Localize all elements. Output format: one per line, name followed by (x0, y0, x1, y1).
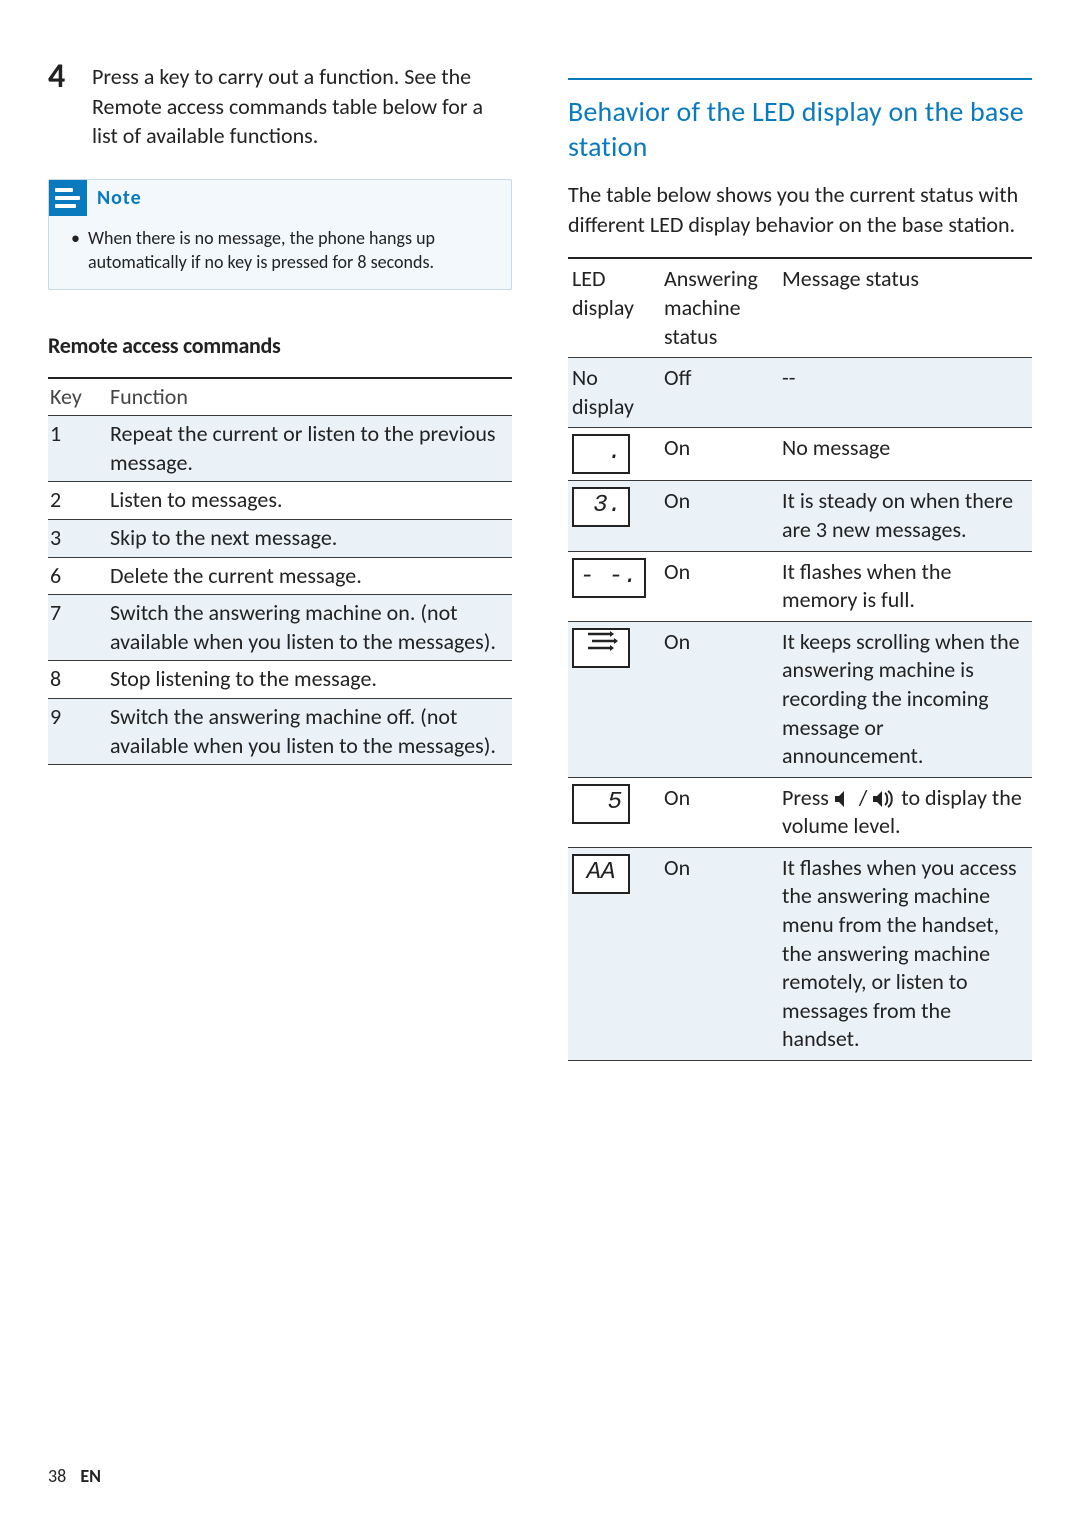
col-function: Function (108, 378, 512, 416)
led-status: On (660, 847, 778, 1060)
led-status: Off (660, 358, 778, 428)
cmd-key: 8 (48, 661, 108, 699)
cmd-func: Skip to the next message. (108, 520, 512, 558)
lcd-dot-icon: . (572, 434, 630, 474)
led-status: On (660, 551, 778, 621)
page-lang: EN (80, 1465, 101, 1487)
led-table: LED display Answering machine status Mes… (568, 257, 1032, 1061)
section-title: Behavior of the LED display on the base … (568, 78, 1032, 164)
step-number: 4 (48, 60, 74, 151)
led-status: On (660, 777, 778, 847)
cmd-func: Repeat the current or listen to the prev… (108, 416, 512, 482)
led-display: . (568, 428, 660, 481)
led-status: On (660, 481, 778, 551)
led-msg: It flashes when the memory is full. (778, 551, 1032, 621)
table-row: 2 Listen to messages. (48, 482, 512, 520)
cmd-key: 1 (48, 416, 108, 482)
speaker-high-icon (872, 790, 896, 808)
commands-heading: Remote access commands (48, 332, 512, 359)
lcd-scroll-icon (572, 628, 630, 668)
led-msg: -- (778, 358, 1032, 428)
led-display (568, 621, 660, 777)
col-key: Key (48, 378, 108, 416)
lcd-5-icon: 5 (572, 784, 630, 824)
table-row: - -. On It flashes when the memory is fu… (568, 551, 1032, 621)
step-text: Press a key to carry out a function. See… (92, 60, 512, 151)
cmd-func: Switch the answering machine off. (not a… (108, 699, 512, 765)
table-row: . On No message (568, 428, 1032, 481)
led-display: AA (568, 847, 660, 1060)
col-status: Answering machine status (660, 258, 778, 357)
table-row: 1 Repeat the current or listen to the pr… (48, 416, 512, 482)
cmd-key: 2 (48, 482, 108, 520)
led-display: 3. (568, 481, 660, 551)
commands-table: Key Function 1 Repeat the current or lis… (48, 377, 512, 766)
left-column: 4 Press a key to carry out a function. S… (48, 60, 512, 1061)
table-row: 3. On It is steady on when there are 3 n… (568, 481, 1032, 551)
table-row: No display Off -- (568, 358, 1032, 428)
note-header: Note (49, 180, 511, 222)
lcd-3-icon: 3. (572, 487, 630, 527)
led-display: 5 (568, 777, 660, 847)
page-number: 38 (48, 1465, 66, 1487)
col-display: LED display (568, 258, 660, 357)
note-label: Note (97, 186, 142, 210)
cmd-func: Stop listening to the message. (108, 661, 512, 699)
led-msg: It is steady on when there are 3 new mes… (778, 481, 1032, 551)
led-display: No display (568, 358, 660, 428)
led-msg: It flashes when you access the answering… (778, 847, 1032, 1060)
msg-prefix: Press (782, 784, 834, 811)
cmd-key: 7 (48, 595, 108, 661)
section-intro: The table below shows you the current st… (568, 180, 1032, 239)
table-row: AA On It flashes when you access the ans… (568, 847, 1032, 1060)
note-box: Note When there is no message, the phone… (48, 179, 512, 290)
table-row: 7 Switch the answering machine on. (not … (48, 595, 512, 661)
led-status: On (660, 621, 778, 777)
step-4: 4 Press a key to carry out a function. S… (48, 60, 512, 151)
table-row: 9 Switch the answering machine off. (not… (48, 699, 512, 765)
led-msg: Press / to display the volume level. (778, 777, 1032, 847)
led-msg: It keeps scrolling when the answering ma… (778, 621, 1032, 777)
speaker-low-icon (834, 790, 854, 808)
cmd-key: 3 (48, 520, 108, 558)
note-body: When there is no message, the phone hang… (49, 222, 511, 275)
cmd-func: Listen to messages. (108, 482, 512, 520)
page-footer: 38 EN (48, 1465, 101, 1487)
note-text: When there is no message, the phone hang… (88, 226, 497, 275)
led-display: - -. (568, 551, 660, 621)
table-row: 8 Stop listening to the message. (48, 661, 512, 699)
cmd-func: Delete the current message. (108, 557, 512, 595)
right-column: Behavior of the LED display on the base … (568, 60, 1032, 1061)
col-msg: Message status (778, 258, 1032, 357)
page-columns: 4 Press a key to carry out a function. S… (48, 60, 1032, 1061)
table-row: On It keeps scrolling when the answering… (568, 621, 1032, 777)
table-row: 6 Delete the current message. (48, 557, 512, 595)
lcd-dashes-icon: - -. (572, 558, 646, 598)
cmd-func: Switch the answering machine on. (not av… (108, 595, 512, 661)
led-msg: No message (778, 428, 1032, 481)
cmd-key: 6 (48, 557, 108, 595)
led-status: On (660, 428, 778, 481)
cmd-key: 9 (48, 699, 108, 765)
lcd-aa-icon: AA (572, 854, 630, 894)
note-icon (49, 180, 87, 216)
table-row: 5 On Press / to display the volume level… (568, 777, 1032, 847)
table-row: 3 Skip to the next message. (48, 520, 512, 558)
